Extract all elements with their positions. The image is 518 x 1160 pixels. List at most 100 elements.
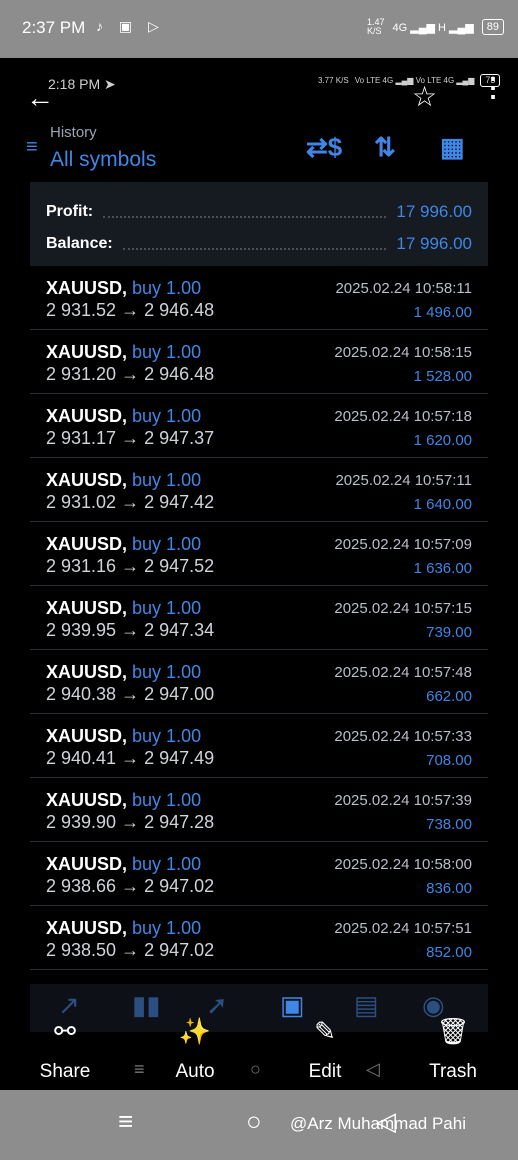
deal-prices: 2 931.02 → 2 947.42 — [46, 492, 215, 512]
deal-datetime: 2025.02.24 10:57:48 — [334, 664, 472, 681]
summary-panel: Profit: 17 996.00 Balance: 17 996.00 — [30, 182, 488, 266]
ghost-menu-icon: ≡ — [134, 1059, 145, 1079]
symbol-filter[interactable]: All symbols — [50, 148, 156, 172]
deal-profit: 1 636.00 — [413, 560, 472, 577]
more-vert-icon[interactable]: ⋮ — [480, 74, 506, 100]
deal-profit: 662.00 — [426, 688, 472, 705]
deal-prices: 2 931.16 → 2 947.52 — [46, 556, 215, 576]
home-button[interactable]: ○ — [246, 1106, 262, 1137]
deals-list: XAUUSD, buy 1.00 2 931.52 → 2 946.48 2025.… — [30, 266, 488, 970]
ghost-home-icon: ○ — [250, 1059, 261, 1079]
deal-row[interactable]: XAUUSD, buy 1.00 2 938.50 → 2 947.02 2025.… — [30, 906, 488, 970]
deal-type: buy 1.00 — [132, 854, 202, 874]
deal-prices: 2 931.52 → 2 946.48 — [46, 300, 215, 320]
edit-button[interactable]: ✎ Edit — [280, 1013, 370, 1083]
deal-symbol: XAUUSD, buy 1.00 — [46, 342, 201, 363]
outer-notification-icons: ♪ ▣ ▷ — [96, 18, 165, 34]
deal-profit: 739.00 — [426, 624, 472, 641]
deal-symbol-text: XAUUSD, — [46, 726, 128, 746]
deal-row[interactable]: XAUUSD, buy 1.00 2 931.16 → 2 947.52 2025.… — [30, 522, 488, 586]
deal-symbol: XAUUSD, buy 1.00 — [46, 662, 201, 683]
deal-profit: 852.00 — [426, 944, 472, 961]
outer-battery-icon: 89 — [481, 19, 504, 35]
auto-label: Auto — [175, 1061, 215, 1082]
inner-speed: 3.77 K/S — [318, 76, 349, 85]
history-header: ≡ History All symbols ⇄$ ⇅ ▦ — [0, 120, 518, 180]
deal-symbol-text: XAUUSD, — [46, 790, 128, 810]
deal-profit: 1 496.00 — [413, 304, 472, 321]
trash-icon: 🗑 — [436, 1016, 470, 1046]
section-label: History — [50, 124, 97, 141]
deal-prices: 2 940.38 → 2 947.00 — [46, 684, 215, 704]
trash-label: Trash — [429, 1061, 477, 1082]
deal-symbol-text: XAUUSD, — [46, 854, 128, 874]
deal-type: buy 1.00 — [132, 534, 202, 554]
deal-profit: 708.00 — [426, 752, 472, 769]
share-button[interactable]: ⚯ Share — [20, 1013, 110, 1083]
deal-symbol-text: XAUUSD, — [46, 918, 128, 938]
deal-datetime: 2025.02.24 10:57:18 — [334, 408, 472, 425]
deal-datetime: 2025.02.24 10:58:00 — [334, 856, 472, 873]
menu-icon[interactable]: ≡ — [26, 136, 38, 159]
deal-type: buy 1.00 — [132, 598, 202, 618]
deal-prices: 2 939.90 → 2 947.28 — [46, 812, 215, 832]
edit-label: Edit — [308, 1061, 342, 1082]
deal-prices: 2 938.50 → 2 947.02 — [46, 940, 215, 960]
deal-datetime: 2025.02.24 10:57:09 — [334, 536, 472, 553]
deal-row[interactable]: XAUUSD, buy 1.00 2 931.52 → 2 946.48 2025.… — [30, 266, 488, 330]
deal-datetime: 2025.02.24 10:57:33 — [334, 728, 472, 745]
sort-icon[interactable]: ⇅ — [374, 132, 396, 163]
deal-row[interactable]: XAUUSD, buy 1.00 2 931.20 → 2 946.48 2025.… — [30, 330, 488, 394]
recents-button[interactable]: ≡ — [118, 1106, 133, 1137]
deal-profit: 1 640.00 — [413, 496, 472, 513]
deal-type: buy 1.00 — [132, 790, 202, 810]
deal-symbol-text: XAUUSD, — [46, 406, 128, 426]
deal-symbol-text: XAUUSD, — [46, 278, 128, 298]
outer-clock: 2:37 PM — [22, 18, 86, 37]
watermark-text: @Arz Muhammad Pahi — [290, 1114, 466, 1133]
deal-symbol: XAUUSD, buy 1.00 — [46, 854, 201, 875]
share-icon: ⚯ — [54, 1016, 76, 1046]
deal-row[interactable]: XAUUSD, buy 1.00 2 939.90 → 2 947.28 2025.… — [30, 778, 488, 842]
deal-type: buy 1.00 — [132, 342, 202, 362]
deal-row[interactable]: XAUUSD, buy 1.00 2 939.95 → 2 947.34 2025.… — [30, 586, 488, 650]
deal-row[interactable]: XAUUSD, buy 1.00 2 938.66 → 2 947.02 2025.… — [30, 842, 488, 906]
ghost-back-icon: ◁ — [366, 1059, 380, 1079]
deal-symbol-text: XAUUSD, — [46, 470, 128, 490]
deal-datetime: 2025.02.24 10:57:39 — [334, 792, 472, 809]
outer-status-bar: 2:37 PM ♪ ▣ ▷ 1.47 K/S 4G ▂▄▆ H ▂▄▆ 89 — [0, 0, 518, 58]
dollar-swap-icon[interactable]: ⇄$ — [306, 132, 342, 163]
deal-prices: 2 939.95 → 2 947.34 — [46, 620, 215, 640]
deal-profit: 738.00 — [426, 816, 472, 833]
deal-datetime: 2025.02.24 10:58:15 — [334, 344, 472, 361]
dots-divider — [103, 206, 387, 218]
outer-signal-icon: 4G ▂▄▆ H ▂▄▆ — [392, 21, 474, 34]
deal-prices: 2 940.41 → 2 947.49 — [46, 748, 215, 768]
deal-row[interactable]: XAUUSD, buy 1.00 2 931.17 → 2 947.37 2025.… — [30, 394, 488, 458]
deal-datetime: 2025.02.24 10:57:15 — [334, 600, 472, 617]
navigation-icon: ➤ — [104, 76, 116, 92]
trash-button[interactable]: 🗑 Trash — [408, 1013, 498, 1083]
profit-row: Profit: 17 996.00 — [46, 200, 472, 224]
balance-value: 17 996.00 — [396, 234, 472, 253]
calendar-icon[interactable]: ▦ — [440, 132, 465, 163]
deal-type: buy 1.00 — [132, 470, 202, 490]
deal-symbol: XAUUSD, buy 1.00 — [46, 918, 201, 939]
wand-icon: ✨ — [178, 1016, 212, 1046]
system-nav-bar: ≡ ○ ◁ @Arz Muhammad Pahi — [0, 1090, 518, 1160]
deal-symbol: XAUUSD, buy 1.00 — [46, 406, 201, 427]
deal-row[interactable]: XAUUSD, buy 1.00 2 931.02 → 2 947.42 2025.… — [30, 458, 488, 522]
deal-prices: 2 938.66 → 2 947.02 — [46, 876, 215, 896]
dots-divider — [122, 238, 387, 250]
deal-row[interactable]: XAUUSD, buy 1.00 2 940.41 → 2 947.49 2025.… — [30, 714, 488, 778]
star-icon[interactable]: ☆ — [412, 80, 437, 113]
deal-row[interactable]: XAUUSD, buy 1.00 2 940.38 → 2 947.00 2025.… — [30, 650, 488, 714]
profit-value: 17 996.00 — [396, 202, 472, 221]
deal-symbol-text: XAUUSD, — [46, 598, 128, 618]
deal-datetime: 2025.02.24 10:57:11 — [335, 472, 472, 489]
deal-symbol: XAUUSD, buy 1.00 — [46, 278, 201, 299]
back-arrow-icon[interactable]: ← — [26, 82, 54, 114]
deal-type: buy 1.00 — [132, 662, 202, 682]
auto-button[interactable]: ✨ Auto — [150, 1013, 240, 1083]
deal-profit: 1 528.00 — [413, 368, 472, 385]
